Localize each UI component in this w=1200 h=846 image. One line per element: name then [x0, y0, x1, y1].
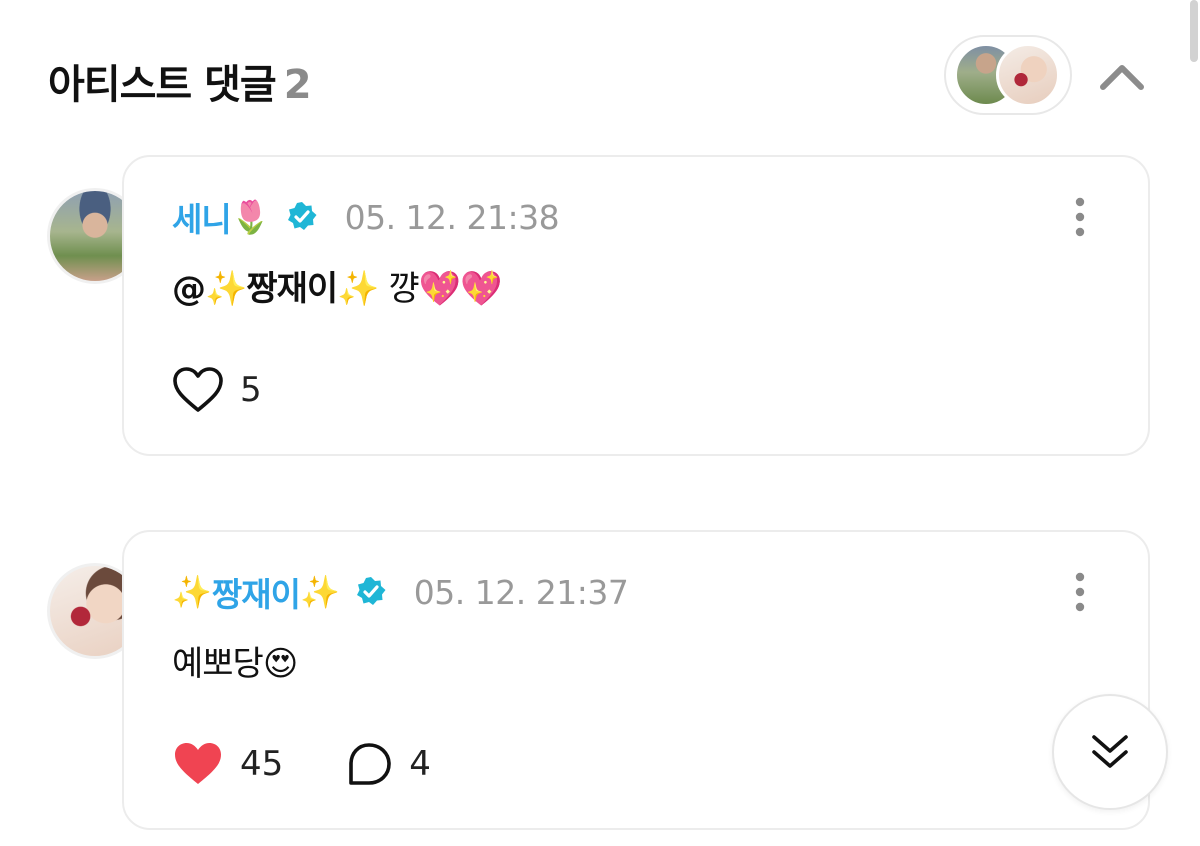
- artist-avatars-pill[interactable]: [944, 35, 1072, 115]
- verified-badge-icon: [354, 575, 388, 609]
- scrollbar[interactable]: [1190, 0, 1198, 62]
- comment-text: @✨짱재이✨ 꺙💖💖: [172, 261, 502, 310]
- heart-icon: [173, 367, 223, 412]
- double-chevron-down-icon: [1092, 735, 1128, 768]
- chevron-up-icon: [1100, 65, 1144, 90]
- comment-card: ✨ 짱재이 ✨ 05. 12. 21:37 예뽀당😍 45 4: [122, 530, 1150, 830]
- comment-card: 세니 🌷 05. 12. 21:38 @✨짱재이✨ 꺙💖💖 5: [122, 155, 1150, 456]
- comment-count: 2: [283, 62, 312, 108]
- more-options-button[interactable]: [1068, 195, 1092, 239]
- artist-avatar-2: [996, 43, 1060, 107]
- section-title: 아티스트 댓글 2: [48, 52, 312, 110]
- more-options-button[interactable]: [1068, 570, 1092, 614]
- like-count: 5: [240, 370, 262, 410]
- author-emoji: 🌷: [230, 198, 271, 236]
- heart-filled-icon: [175, 743, 221, 784]
- verified-badge-icon: [285, 200, 319, 234]
- author-prefix-emoji: ✨: [172, 573, 212, 611]
- comment-body: 꺙💖💖: [378, 269, 502, 309]
- like-button[interactable]: 5: [172, 366, 262, 414]
- comment-actions: 5: [172, 364, 262, 416]
- comment-bubble-icon: [349, 743, 392, 785]
- like-count: 45: [240, 744, 284, 784]
- author-name[interactable]: 세니: [172, 193, 232, 241]
- mention-name[interactable]: 짱재이: [246, 269, 338, 309]
- author-name[interactable]: 짱재이: [212, 568, 301, 616]
- reply-count: 4: [409, 744, 431, 784]
- collapse-button[interactable]: [1094, 48, 1150, 104]
- comment-meta: 세니 🌷 05. 12. 21:38: [172, 193, 560, 241]
- comment-timestamp: 05. 12. 21:38: [344, 197, 560, 237]
- mention-prefix[interactable]: @✨: [172, 269, 247, 309]
- comment-actions: 45 4: [172, 738, 431, 790]
- reply-button[interactable]: 4: [345, 741, 431, 787]
- mention-suffix[interactable]: ✨: [337, 269, 379, 309]
- comment-meta: ✨ 짱재이 ✨ 05. 12. 21:37: [172, 568, 629, 616]
- like-button[interactable]: 45: [172, 740, 283, 788]
- scroll-to-bottom-button[interactable]: [1052, 694, 1168, 810]
- more-vertical-icon: [1075, 572, 1085, 612]
- comment-timestamp: 05. 12. 21:37: [413, 572, 629, 612]
- comment-body: 예뽀당😍: [172, 644, 298, 684]
- section-title-text: 아티스트 댓글: [48, 62, 277, 108]
- author-suffix-emoji: ✨: [299, 573, 340, 611]
- more-vertical-icon: [1075, 197, 1085, 237]
- comment-text: 예뽀당😍: [172, 636, 298, 685]
